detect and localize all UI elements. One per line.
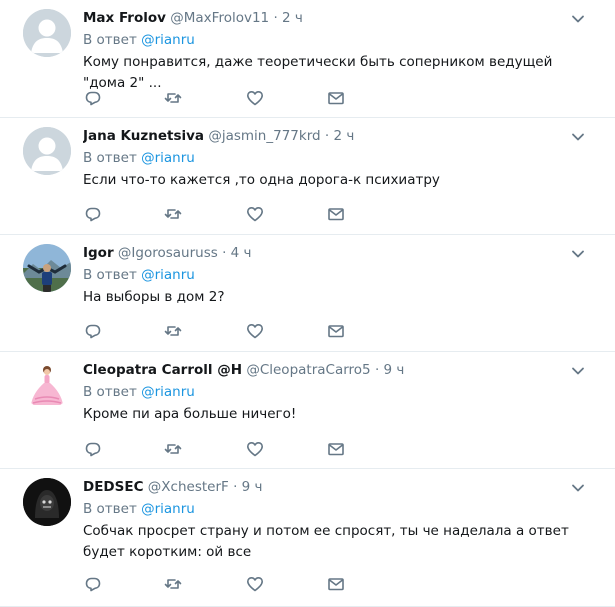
direct-message-icon[interactable] — [326, 574, 346, 594]
chevron-down-icon[interactable] — [571, 129, 585, 143]
reply-prefix: В ответ — [83, 501, 137, 517]
tweet-text: Кроме пи ара больше ничего! — [83, 406, 297, 422]
tweet-header: Max Frolov @MaxFrolov11 · 2 ч — [83, 8, 581, 28]
default-avatar-icon — [23, 127, 71, 175]
retweet-icon[interactable] — [163, 88, 183, 108]
tweet-actions — [83, 88, 363, 108]
tweet-text: На выборы в дом 2? — [83, 289, 225, 305]
reply-context: В ответ @rianru — [83, 499, 581, 519]
tweet-time[interactable]: 2 ч — [282, 10, 303, 26]
avatar[interactable] — [23, 244, 71, 292]
direct-message-icon[interactable] — [326, 321, 346, 341]
separator-dot: · — [273, 10, 278, 26]
tweet-actions — [83, 574, 363, 594]
reply-prefix: В ответ — [83, 32, 137, 48]
author-handle[interactable]: @Igorosauruss — [118, 245, 218, 261]
separator-dot: · — [222, 245, 227, 261]
reply-to-link[interactable]: @rianru — [141, 150, 195, 166]
tweet-time[interactable]: 4 ч — [231, 245, 252, 261]
author-name[interactable]: Jana Kuznetsiva — [83, 128, 204, 144]
tweet-actions — [83, 321, 363, 341]
tweet-actions — [83, 439, 363, 459]
reply-prefix: В ответ — [83, 150, 137, 166]
default-avatar-icon — [23, 9, 71, 57]
like-heart-icon[interactable] — [245, 88, 265, 108]
reply-prefix: В ответ — [83, 267, 137, 283]
like-heart-icon[interactable] — [245, 321, 265, 341]
reply-to-link[interactable]: @rianru — [141, 384, 195, 400]
tweet[interactable]: Max Frolov @MaxFrolov11 · 2 ч В ответ @r… — [0, 0, 615, 118]
chevron-down-icon[interactable] — [571, 246, 585, 260]
author-handle[interactable]: @CleopatraCarro5 — [246, 362, 370, 378]
like-heart-icon[interactable] — [245, 439, 265, 459]
tweet-text: Собчак просрет страну и потом ее спросят… — [83, 523, 569, 560]
author-name[interactable]: DEDSEC — [83, 479, 144, 495]
photo-avatar-dark-mask-icon — [23, 478, 71, 526]
reply-context: В ответ @rianru — [83, 265, 581, 285]
photo-avatar-mountain-icon — [23, 244, 71, 292]
tweet-time[interactable]: 9 ч — [384, 362, 405, 378]
reply-context: В ответ @rianru — [83, 148, 581, 168]
author-handle[interactable]: @jasmin_777krd — [208, 128, 320, 144]
reply-context: В ответ @rianru — [83, 30, 581, 50]
direct-message-icon[interactable] — [326, 204, 346, 224]
photo-avatar-pink-dress-icon — [23, 361, 71, 409]
reply-to-link[interactable]: @rianru — [141, 501, 195, 517]
tweet-header: Igor @Igorosauruss · 4 ч — [83, 243, 581, 263]
reply-icon[interactable] — [83, 439, 103, 459]
author-name[interactable]: Max Frolov — [83, 10, 166, 26]
separator-dot: · — [374, 362, 380, 378]
avatar[interactable] — [23, 478, 71, 526]
tweet-actions — [83, 204, 363, 224]
tweet[interactable]: DEDSEC @XchesterF · 9 ч В ответ @rianru … — [0, 469, 615, 607]
author-name[interactable]: Cleopatra Carroll @H — [83, 362, 242, 378]
avatar[interactable] — [23, 127, 71, 175]
like-heart-icon[interactable] — [245, 204, 265, 224]
reply-prefix: В ответ — [83, 384, 137, 400]
separator-dot: · — [324, 128, 330, 144]
tweet-time[interactable]: 9 ч — [242, 479, 263, 495]
tweet[interactable]: Cleopatra Carroll @H @CleopatraCarro5 · … — [0, 352, 615, 469]
author-name[interactable]: Igor — [83, 245, 114, 261]
separator-dot: · — [233, 479, 238, 495]
retweet-icon[interactable] — [163, 321, 183, 341]
retweet-icon[interactable] — [163, 204, 183, 224]
reply-icon[interactable] — [83, 574, 103, 594]
tweet[interactable]: Jana Kuznetsiva @jasmin_777krd · 2 ч В о… — [0, 118, 615, 235]
retweet-icon[interactable] — [163, 574, 183, 594]
retweet-icon[interactable] — [163, 439, 183, 459]
avatar[interactable] — [23, 361, 71, 409]
chevron-down-icon[interactable] — [571, 363, 585, 377]
reply-to-link[interactable]: @rianru — [141, 32, 195, 48]
author-handle[interactable]: @XchesterF — [148, 479, 229, 495]
direct-message-icon[interactable] — [326, 439, 346, 459]
author-handle[interactable]: @MaxFrolov11 — [170, 10, 269, 26]
like-heart-icon[interactable] — [245, 574, 265, 594]
tweet-feed: Max Frolov @MaxFrolov11 · 2 ч В ответ @r… — [0, 0, 615, 607]
tweet-time[interactable]: 2 ч — [333, 128, 354, 144]
reply-icon[interactable] — [83, 321, 103, 341]
reply-icon[interactable] — [83, 88, 103, 108]
tweet-text: Если что-то кажется ,то одна дорога-к пс… — [83, 172, 440, 188]
tweet-header: DEDSEC @XchesterF · 9 ч — [83, 477, 581, 497]
chevron-down-icon[interactable] — [571, 480, 585, 494]
tweet[interactable]: Igor @Igorosauruss · 4 ч В ответ @rianru… — [0, 235, 615, 352]
chevron-down-icon[interactable] — [571, 11, 585, 25]
avatar[interactable] — [23, 9, 71, 57]
reply-icon[interactable] — [83, 204, 103, 224]
tweet-header: Cleopatra Carroll @H @CleopatraCarro5 · … — [83, 360, 581, 380]
tweet-header: Jana Kuznetsiva @jasmin_777krd · 2 ч — [83, 126, 581, 146]
direct-message-icon[interactable] — [326, 88, 346, 108]
reply-context: В ответ @rianru — [83, 382, 581, 402]
reply-to-link[interactable]: @rianru — [141, 267, 195, 283]
